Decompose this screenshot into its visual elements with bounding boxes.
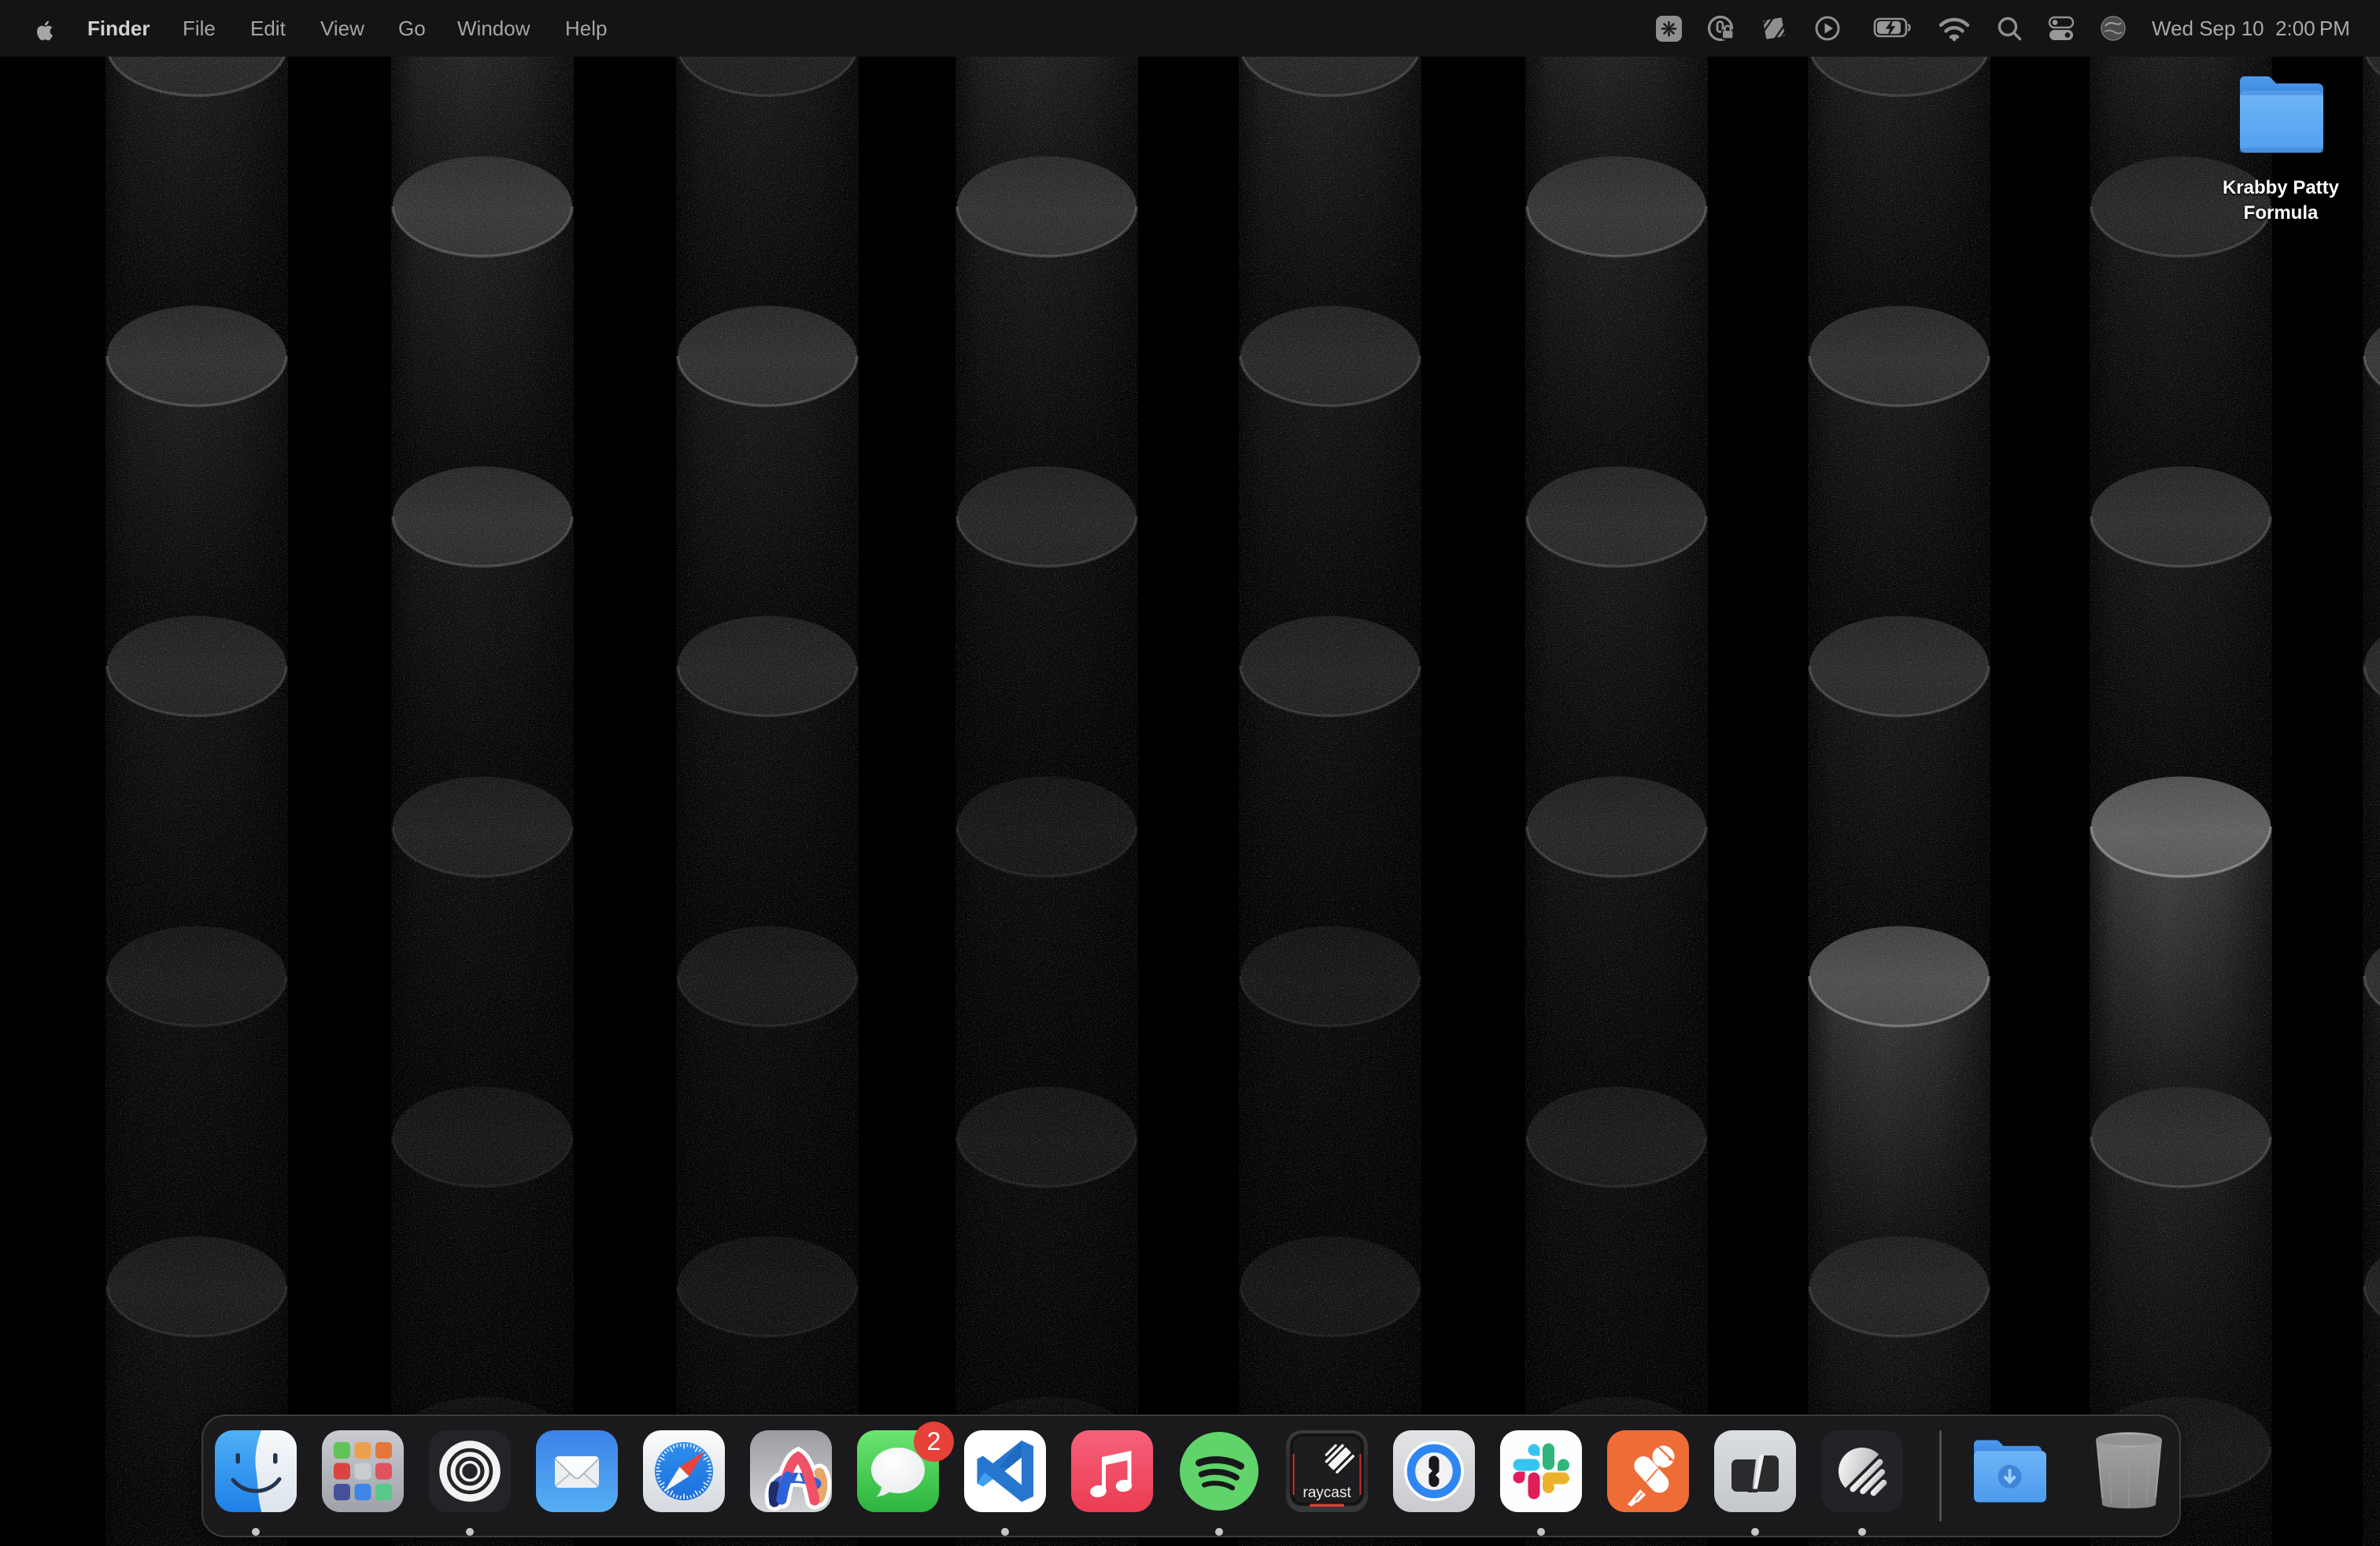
svg-text:raycast: raycast bbox=[1303, 1485, 1351, 1501]
